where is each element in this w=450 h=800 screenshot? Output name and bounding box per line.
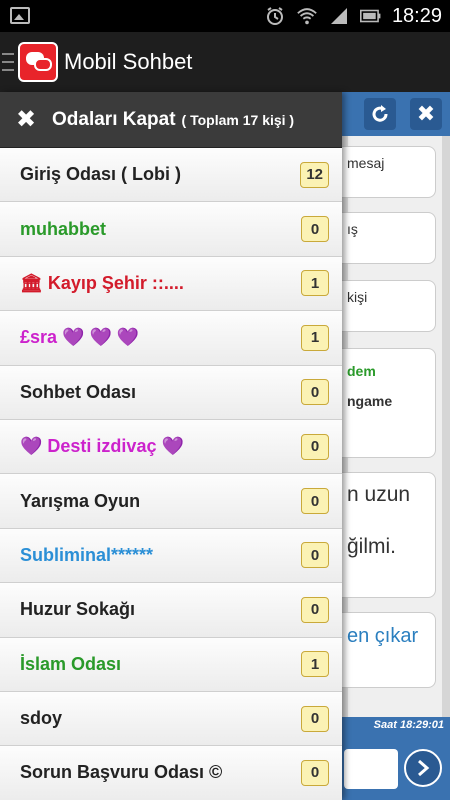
- room-item[interactable]: 🏛 Kayıp Şehir ::.... 1: [0, 256, 342, 312]
- chat-card-text: dem: [347, 363, 376, 379]
- close-rooms-button[interactable]: ✖ Odaları Kapat ( Toplam 17 kişi ): [0, 92, 342, 148]
- room-name: Giriş Odası ( Lobi ): [20, 164, 182, 185]
- room-name: Yarışma Oyun: [20, 490, 141, 511]
- room-user-count-badge: 12: [300, 161, 329, 188]
- room-item[interactable]: Sohbet Odası 0: [0, 365, 342, 420]
- room-name: Sorun Başvuru Odası ©: [20, 762, 223, 783]
- room-name: 🏛 Kayıp Şehir ::....: [20, 272, 184, 293]
- room-item[interactable]: Subliminal****** 0: [0, 528, 342, 584]
- status-bar: 18:29: [0, 0, 450, 32]
- room-item[interactable]: Sorun Başvuru Odası © 0: [0, 746, 342, 800]
- room-item[interactable]: Yarışma Oyun 0: [0, 474, 342, 529]
- room-item[interactable]: Huzur Sokağı 0: [0, 583, 342, 638]
- room-name: muhabbet: [20, 218, 107, 239]
- chat-card-text: en çıkar: [347, 625, 419, 647]
- total-users-label: ( Toplam 17 kişi ): [181, 111, 295, 128]
- refresh-button[interactable]: [364, 98, 396, 130]
- room-user-count-badge: 0: [301, 216, 329, 243]
- chat-card-text: kişi: [347, 289, 368, 305]
- rooms-drawer: ✖ Odaları Kapat ( Toplam 17 kişi ) Giriş…: [0, 92, 342, 800]
- room-item[interactable]: muhabbet 0: [0, 202, 342, 257]
- close-rooms-label: Odaları Kapat: [52, 108, 176, 130]
- room-user-count-badge: 0: [301, 488, 329, 515]
- room-name: İslam Odası: [20, 653, 122, 674]
- app-logo-icon[interactable]: [18, 42, 58, 82]
- room-name: Sohbet Odası: [20, 381, 137, 402]
- room-item[interactable]: £sra 💜 💜 💜 1: [0, 311, 342, 366]
- chat-card-text: ngame: [347, 393, 393, 409]
- signal-icon: [328, 5, 350, 27]
- app-title: Mobil Sohbet: [64, 49, 193, 74]
- room-user-count-badge: 0: [301, 433, 329, 460]
- send-button[interactable]: [404, 749, 442, 787]
- room-list: Giriş Odası ( Lobi ) 12 muhabbet 0 🏛 Kayıp Ş…: [0, 148, 342, 800]
- chat-card-text: n uzun: [347, 483, 411, 506]
- message-input[interactable]: [344, 749, 398, 789]
- room-name: sdoy: [20, 708, 63, 729]
- chat-card-text: ış: [347, 221, 358, 237]
- room-item[interactable]: sdoy 0: [0, 691, 342, 747]
- room-user-count-badge: 0: [301, 759, 329, 786]
- chat-card-text: mesaj: [347, 155, 385, 171]
- room-user-count-badge: 1: [301, 270, 329, 297]
- room-name: Huzur Sokağı: [20, 599, 136, 620]
- close-chat-button[interactable]: ✖: [410, 98, 442, 130]
- close-icon: ✖: [16, 106, 37, 133]
- room-name: Subliminal******: [20, 544, 154, 565]
- room-name: 💜 Desti izdivaç 💜: [20, 436, 184, 457]
- room-user-count-badge: 1: [301, 324, 329, 351]
- image-icon: [10, 7, 30, 24]
- clock: 18:29: [391, 4, 442, 27]
- room-item[interactable]: 💜 Desti izdivaç 💜 0: [0, 419, 342, 475]
- room-user-count-badge: 0: [301, 705, 329, 732]
- room-user-count-badge: 0: [301, 596, 329, 623]
- room-item[interactable]: Giriş Odası ( Lobi ) 12: [0, 148, 342, 203]
- room-name: £sra 💜 💜 💜: [20, 327, 140, 348]
- server-time: Saat 18:29:01: [373, 719, 444, 731]
- wifi-icon: [296, 5, 318, 27]
- alarm-icon: [264, 5, 286, 27]
- chat-card-text: ğilmi.: [347, 535, 397, 558]
- menu-icon[interactable]: [2, 53, 14, 71]
- room-user-count-badge: 0: [301, 379, 329, 406]
- room-user-count-badge: 0: [301, 542, 329, 569]
- room-item[interactable]: İslam Odası 1: [0, 637, 342, 692]
- battery-icon: [359, 5, 382, 27]
- app-bar: Mobil Sohbet: [0, 32, 450, 92]
- room-user-count-badge: 1: [301, 651, 329, 678]
